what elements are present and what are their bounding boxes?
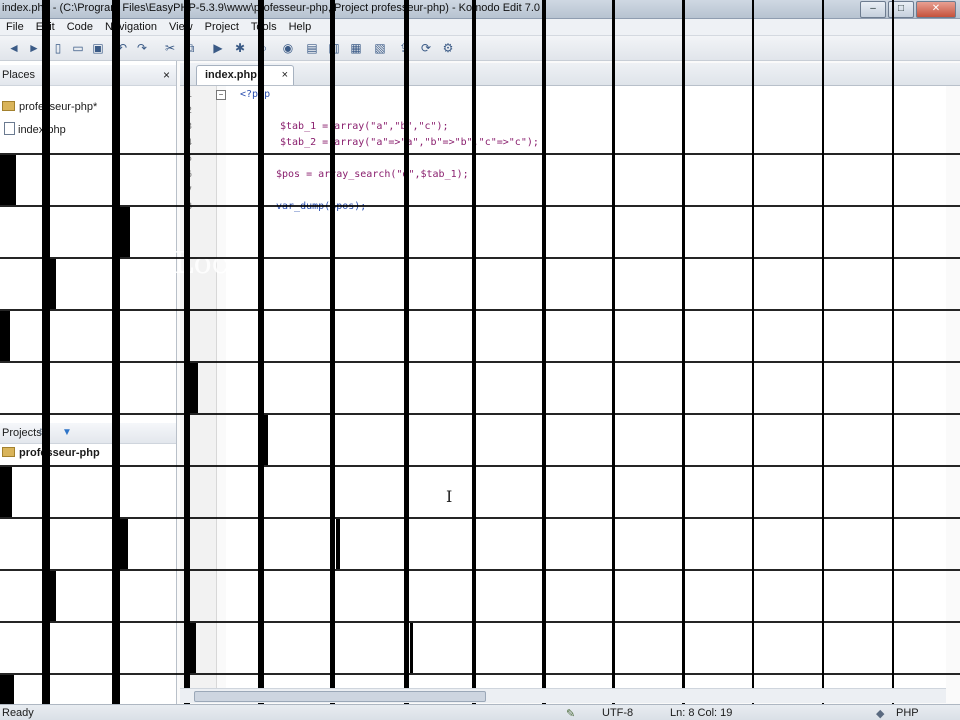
preview-icon[interactable]: ▧ <box>372 40 388 56</box>
debug-icon[interactable]: ✱ <box>232 40 248 56</box>
places-file-label: index.php <box>18 124 66 136</box>
undo-icon[interactable]: ↶ <box>114 40 130 56</box>
projects-title: Projects <box>2 427 42 439</box>
line-number: 5 <box>186 154 192 164</box>
find-icon[interactable]: ⌕ <box>256 40 272 56</box>
code-line-1: <?php <box>240 89 271 100</box>
line-number: 1 <box>186 90 192 100</box>
project-label: professeur-php <box>19 447 100 459</box>
forward-icon[interactable]: ► <box>26 40 42 56</box>
menu-bar: File Edit Code Navigation View Project T… <box>0 19 960 36</box>
folder-icon <box>2 101 15 111</box>
editor-tabs: index.php × <box>180 63 960 86</box>
close-icon[interactable]: × <box>163 68 170 82</box>
overlay-php-tag: <?php <box>14 142 132 182</box>
save-icon[interactable]: ▣ <box>90 40 106 56</box>
layout-left-icon[interactable]: ▤ <box>304 40 320 56</box>
sync-icon[interactable]: ⟳ <box>418 40 434 56</box>
menu-project[interactable]: Project <box>199 19 245 35</box>
new-file-icon[interactable]: ▯ <box>50 40 66 56</box>
open-file-icon[interactable]: ▭ <box>70 40 86 56</box>
minimize-button[interactable]: – <box>860 1 886 18</box>
settings-icon[interactable]: ⚙ <box>440 40 456 56</box>
overlay-header-line: header("Location: https://www.professeur… <box>42 246 856 281</box>
places-file-index[interactable]: index.php <box>4 122 66 136</box>
tab-label: index.php <box>205 69 257 81</box>
line-number: 2 <box>186 106 192 116</box>
status-position: Ln: 8 Col: 19 <box>670 707 733 719</box>
language-icon: ◆ <box>876 708 885 720</box>
gear-icon[interactable]: ⚙ <box>38 427 47 438</box>
line-number: 3 <box>186 122 192 132</box>
window-title: index.php - (C:\Program Files\EasyPHP-5.… <box>2 2 541 14</box>
publish-icon[interactable]: ⇪ <box>396 40 412 56</box>
code-line-4: $tab_2 = array("a"=>"a","b"=>"b","c"=>"c… <box>280 137 539 148</box>
places-root[interactable]: professeur-php* <box>2 101 97 113</box>
php-file-icon <box>4 122 15 135</box>
horizontal-scrollbar[interactable] <box>180 688 946 703</box>
layout-right-icon[interactable]: ▦ <box>348 40 364 56</box>
close-button[interactable]: ✕ <box>916 1 956 18</box>
fold-toggle-icon[interactable]: − <box>216 90 226 100</box>
status-ready: Ready <box>2 707 34 719</box>
menu-tools[interactable]: Tools <box>245 19 283 35</box>
window-controls: – □ ✕ <box>860 1 956 18</box>
text-cursor-icon: I <box>446 487 453 506</box>
chevron-down-icon[interactable]: ▼ <box>62 427 72 438</box>
status-language[interactable]: PHP <box>896 707 919 719</box>
projects-header: Projects ⚙ ▼ <box>0 423 176 444</box>
back-icon[interactable]: ◄ <box>6 40 22 56</box>
status-encoding[interactable]: UTF-8 <box>602 707 633 719</box>
code-line-6: $pos = array_search("d",$tab_1); <box>276 169 469 180</box>
menu-help[interactable]: Help <box>283 19 318 35</box>
maximize-button[interactable]: □ <box>888 1 914 18</box>
run-icon[interactable]: ▶ <box>210 40 226 56</box>
menu-code[interactable]: Code <box>61 19 99 35</box>
code-line-3: $tab_1 = array("a","b","c"); <box>280 121 449 132</box>
project-icon <box>2 447 15 457</box>
places-header: Places × <box>0 65 176 86</box>
line-number: 6 <box>186 170 192 180</box>
menu-file[interactable]: File <box>0 19 30 35</box>
menu-view[interactable]: View <box>163 19 199 35</box>
scrollbar-thumb[interactable] <box>194 691 486 702</box>
title-bar: index.php - (C:\Program Files\EasyPHP-5.… <box>0 0 960 19</box>
line-number: 7 <box>186 186 192 196</box>
line-number: 8 <box>186 202 192 212</box>
layout-bottom-icon[interactable]: ▥ <box>326 40 342 56</box>
code-editor[interactable]: <?php $tab_1 = array("a","b","c"); $tab_… <box>226 86 946 688</box>
toolbar: ◄ ► ▯ ▭ ▣ ↶ ↷ ✂ ⧉ ▶ ✱ ⌕ ◉ ▤ ▥ ▦ ▧ ⇪ ⟳ ⚙ <box>0 36 960 61</box>
cut-icon[interactable]: ✂ <box>162 40 178 56</box>
copy-icon[interactable]: ⧉ <box>182 40 198 56</box>
tab-close-icon[interactable]: × <box>282 69 288 81</box>
redo-icon[interactable]: ↷ <box>134 40 150 56</box>
project-item[interactable]: professeur-php <box>2 447 100 459</box>
line-gutter: 1 2 3 4 5 6 7 8 <box>180 86 217 688</box>
code-line-8: var_dump($pos); <box>276 201 367 212</box>
globe-icon[interactable]: ◉ <box>280 40 296 56</box>
check-icon: ✎ <box>566 708 576 720</box>
menu-navigation[interactable]: Navigation <box>99 19 163 35</box>
komodo-window: index.php - (C:\Program Files\EasyPHP-5.… <box>0 0 960 720</box>
status-bar: Ready ✎ UTF-8 Ln: 8 Col: 19 ◆ PHP <box>0 704 960 720</box>
menu-edit[interactable]: Edit <box>30 19 61 35</box>
line-number: 4 <box>186 138 192 148</box>
tab-index-php[interactable]: index.php × <box>196 65 294 85</box>
places-root-label: professeur-php* <box>19 101 98 113</box>
places-title: Places <box>2 69 36 81</box>
